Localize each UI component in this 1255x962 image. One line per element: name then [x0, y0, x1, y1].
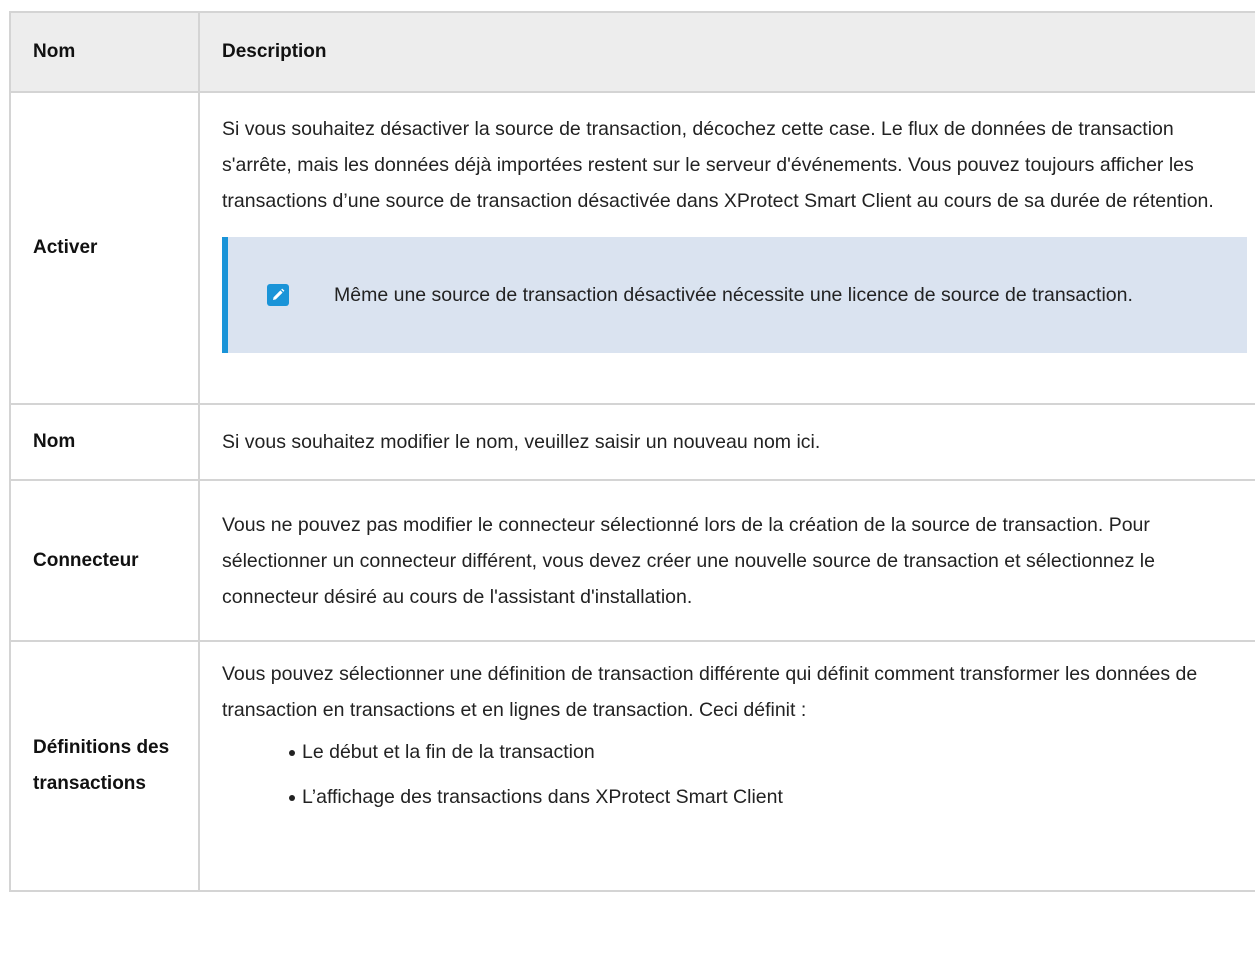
note-text: Même une source de transaction désactivé… [334, 284, 1133, 306]
row-description-connecteur: Vous ne pouvez pas modifier le connecteu… [198, 479, 1255, 642]
list-item: L’affichage des transactions dans XProte… [289, 779, 1247, 815]
row-description-definitions: Vous pouvez sélectionner une définition … [198, 640, 1255, 892]
list-item: Le début et la fin de la transaction [289, 734, 1247, 770]
note-callout: Même une source de transaction désactivé… [222, 237, 1247, 353]
table-header-row: Nom Description [9, 11, 1255, 93]
description-text: Si vous souhaitez désactiver la source d… [222, 118, 1214, 212]
table-row: Connecteur Vous ne pouvez pas modifier l… [9, 479, 1255, 642]
row-description-activer: Si vous souhaitez désactiver la source d… [198, 91, 1255, 405]
row-name-connecteur: Connecteur [9, 479, 200, 642]
row-name-nom: Nom [9, 403, 200, 481]
row-name-activer: Activer [9, 91, 200, 405]
column-header-description: Description [198, 11, 1255, 93]
table-row: Activer Si vous souhaitez désactiver la … [9, 91, 1255, 405]
table-row: Définitions des transactions Vous pouvez… [9, 640, 1255, 892]
column-header-name: Nom [9, 11, 200, 93]
table-row: Nom Si vous souhaitez modifier le nom, v… [9, 403, 1255, 481]
row-name-definitions: Définitions des transactions [9, 640, 200, 892]
properties-table: Nom Description Activer Si vous souhaite… [9, 11, 1255, 892]
description-text: Vous pouvez sélectionner une définition … [222, 663, 1198, 721]
pencil-icon [267, 284, 289, 306]
bullet-list: Le début et la fin de la transaction L’a… [222, 734, 1247, 815]
row-description-nom: Si vous souhaitez modifier le nom, veuil… [198, 403, 1255, 481]
